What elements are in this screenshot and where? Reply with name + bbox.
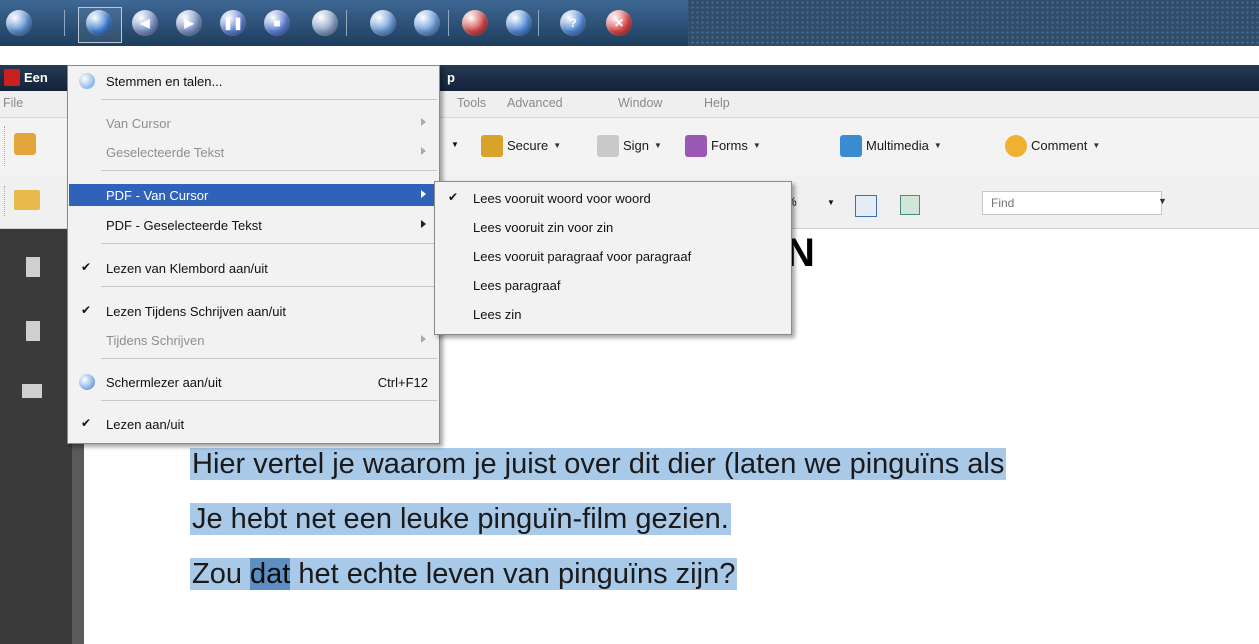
menu-advanced[interactable]: Advanced bbox=[507, 96, 563, 110]
create-pdf-icon[interactable] bbox=[14, 133, 36, 155]
pen-icon bbox=[597, 135, 619, 157]
open-folder-icon[interactable] bbox=[14, 190, 40, 210]
pdf-app-icon bbox=[4, 69, 20, 86]
previous-icon[interactable]: ◀ bbox=[132, 10, 158, 36]
next-icon-glyph: ▶ bbox=[184, 16, 194, 30]
highlighter-icon[interactable] bbox=[506, 10, 532, 36]
comment-label: Comment bbox=[1031, 138, 1088, 153]
screenreader-icon bbox=[79, 374, 95, 390]
stop-icon-glyph: ■ bbox=[273, 16, 281, 30]
submenu-arrow-icon bbox=[421, 118, 426, 126]
voices-icon bbox=[79, 73, 95, 89]
shortcut-label: Ctrl+F12 bbox=[377, 375, 428, 390]
read-from-cursor-icon[interactable] bbox=[312, 10, 338, 36]
menu-tools[interactable]: Tools bbox=[457, 96, 486, 110]
toolbar-separator bbox=[448, 10, 449, 36]
menu-item-pdf-from-cursor[interactable]: PDF - Van Cursor bbox=[69, 184, 438, 206]
secure-label: Secure bbox=[507, 138, 549, 153]
document-line: Je hebt net een leuke pinguïn-film gezie… bbox=[190, 499, 731, 539]
next-icon[interactable]: ▶ bbox=[176, 10, 202, 36]
multimedia-label: Multimedia bbox=[866, 138, 929, 153]
signatures-icon[interactable] bbox=[22, 384, 42, 398]
menu-item-from-cursor: Van Cursor bbox=[69, 112, 438, 134]
menu-help[interactable]: Help bbox=[704, 96, 730, 110]
submenu-item-read-paragraph[interactable]: Lees paragraaf bbox=[436, 274, 790, 296]
speech-options-menu: Stemmen en talen... Van Cursor Geselecte… bbox=[67, 65, 440, 444]
toolbar-grip bbox=[4, 186, 8, 216]
pages-icon[interactable] bbox=[26, 257, 40, 277]
highlighted-text: Zou bbox=[192, 558, 251, 590]
toolbar-separator bbox=[64, 10, 65, 36]
highlighted-text: Hier vertel je waarom je juist over dit … bbox=[190, 448, 1007, 480]
multimedia-icon bbox=[840, 135, 862, 157]
menu-item-screenreader[interactable]: Schermlezer aan/uit Ctrl+F12 bbox=[69, 371, 438, 393]
fit-width-button[interactable] bbox=[855, 195, 877, 217]
toolbar-grip bbox=[4, 126, 8, 166]
submenu-item-word-by-word[interactable]: ✔ Lees vooruit woord voor woord bbox=[436, 187, 790, 209]
highlighted-text: het echte leven van pinguïns zijn? bbox=[290, 558, 736, 590]
submenu-arrow-icon bbox=[421, 335, 426, 343]
dictionary-icon[interactable] bbox=[370, 10, 396, 36]
find-input[interactable] bbox=[982, 191, 1162, 215]
checkmark-icon: ✔ bbox=[81, 303, 92, 317]
app-menu-icon[interactable] bbox=[6, 10, 32, 36]
menu-item-while-typing: Tijdens Schrijven bbox=[69, 329, 438, 351]
checkmark-icon: ✔ bbox=[448, 190, 459, 204]
chevron-down-icon[interactable]: ▼ bbox=[827, 198, 835, 207]
submenu-item-sentence-by-sentence[interactable]: Lees vooruit zin voor zin bbox=[436, 216, 790, 238]
chevron-down-icon: ▼ bbox=[654, 141, 662, 150]
forms-label: Forms bbox=[711, 138, 748, 153]
menu-item-reading-toggle[interactable]: ✔ Lezen aan/uit bbox=[69, 413, 438, 435]
close-icon[interactable]: ✕ bbox=[606, 10, 632, 36]
window-title-end: p bbox=[447, 70, 455, 85]
document-line: Zou dat het echte leven van pinguïns zij… bbox=[190, 554, 738, 594]
chevron-down-icon[interactable]: ▼ bbox=[451, 140, 459, 149]
fit-page-button[interactable] bbox=[900, 195, 920, 215]
sign-label: Sign bbox=[623, 138, 650, 153]
close-icon-glyph: ✕ bbox=[613, 16, 625, 30]
checkmark-icon: ✔ bbox=[81, 416, 92, 430]
record-icon[interactable] bbox=[414, 10, 440, 36]
speech-toolbar: ◀ ▶ ❚❚ ■? ✕ bbox=[0, 0, 1259, 46]
stop-icon[interactable]: ■ bbox=[264, 10, 290, 36]
chevron-down-icon: ▼ bbox=[553, 141, 562, 150]
checkmark-icon: ✔ bbox=[81, 260, 92, 274]
help-icon[interactable]: ? bbox=[560, 10, 586, 36]
submenu-arrow-icon bbox=[421, 220, 426, 228]
chevron-down-icon: ▼ bbox=[1092, 141, 1101, 150]
bookmarks-icon[interactable] bbox=[26, 321, 40, 341]
submenu-item-paragraph-by-paragraph[interactable]: Lees vooruit paragraaf voor paragraaf bbox=[436, 245, 790, 267]
submenu-item-read-sentence[interactable]: Lees zin bbox=[436, 303, 790, 325]
lock-icon bbox=[481, 135, 503, 157]
menu-item-voices[interactable]: Stemmen en talen... bbox=[69, 70, 438, 92]
highlighted-text: Je hebt net een leuke pinguïn-film gezie… bbox=[190, 503, 731, 535]
window-title: Een bbox=[24, 70, 48, 85]
menu-item-read-while-typing[interactable]: ✔ Lezen Tijdens Schrijven aan/uit bbox=[69, 300, 438, 322]
menu-item-selected-text: Geselecteerde Tekst bbox=[69, 141, 438, 163]
menu-window[interactable]: Window bbox=[618, 96, 662, 110]
help-icon-glyph: ? bbox=[569, 16, 577, 30]
chevron-down-icon[interactable]: ▼ bbox=[1158, 196, 1167, 206]
pause-icon-glyph: ❚❚ bbox=[222, 16, 244, 30]
chevron-down-icon: ▼ bbox=[752, 141, 761, 150]
pause-icon[interactable]: ❚❚ bbox=[220, 10, 246, 36]
previous-icon-glyph: ◀ bbox=[140, 16, 150, 30]
menu-item-pdf-selected-text[interactable]: PDF - Geselecteerde Tekst bbox=[69, 214, 438, 236]
speech-options-icon[interactable] bbox=[86, 10, 112, 36]
pdf-from-cursor-submenu: ✔ Lees vooruit woord voor woord Lees voo… bbox=[434, 181, 792, 335]
word-prediction-icon[interactable] bbox=[462, 10, 488, 36]
chevron-down-icon: ▼ bbox=[933, 141, 942, 150]
menu-file[interactable]: File bbox=[3, 96, 23, 110]
comment-icon bbox=[1005, 135, 1027, 157]
forms-icon bbox=[685, 135, 707, 157]
toolbar-separator bbox=[538, 10, 539, 36]
menu-item-read-clipboard[interactable]: ✔ Lezen van Klembord aan/uit bbox=[69, 257, 438, 279]
document-line: Hier vertel je waarom je juist over dit … bbox=[190, 444, 1007, 484]
toolbar-separator bbox=[346, 10, 347, 36]
speech-toolbar-buttons: ◀ ▶ ❚❚ ■? ✕ bbox=[0, 0, 688, 46]
current-word: dat bbox=[250, 558, 291, 590]
submenu-arrow-icon bbox=[421, 147, 426, 155]
submenu-arrow-icon bbox=[421, 190, 426, 198]
navigation-panel bbox=[0, 229, 72, 644]
